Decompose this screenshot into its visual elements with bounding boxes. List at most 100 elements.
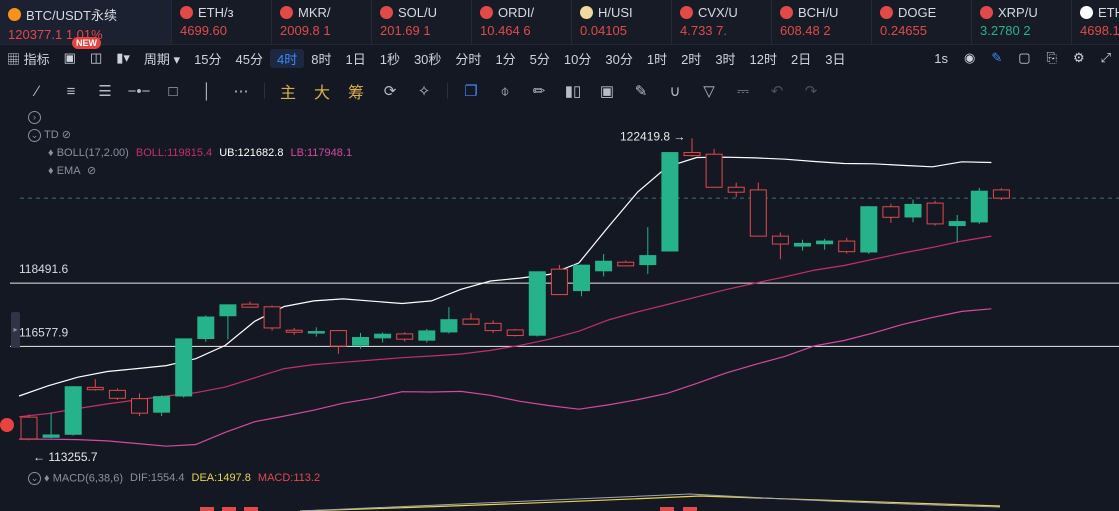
- ruler-icon[interactable]: ⌽: [488, 83, 522, 100]
- interval-1秒[interactable]: 1秒: [373, 49, 407, 68]
- divider: [447, 83, 448, 99]
- copy-icon[interactable]: ❐: [454, 82, 488, 100]
- indicators-label: 指标: [23, 51, 50, 67]
- interval-2时[interactable]: 2时: [674, 49, 708, 68]
- ticker-4[interactable]: ORDI/10.464 6: [472, 0, 572, 44]
- redo-icon[interactable]: ↷: [794, 82, 828, 100]
- ticker-7[interactable]: BCH/U 608.48 2: [772, 0, 872, 44]
- fullscreen-icon[interactable]: ▢: [1010, 50, 1038, 66]
- candle-body: [661, 152, 679, 252]
- note-icon[interactable]: ✎: [624, 82, 658, 100]
- undo-icon[interactable]: ↶: [760, 82, 794, 100]
- main-indicator-tool[interactable]: 主: [271, 79, 305, 103]
- indicators-button[interactable]: ▦ 指标: [0, 49, 57, 68]
- magic-icon[interactable]: ✧: [407, 82, 441, 100]
- candle-body: [771, 235, 789, 245]
- ticker-1[interactable]: ETH/з 4699.60: [172, 0, 272, 44]
- candle-body: [860, 206, 878, 253]
- right-tools: 1s ◉ ✎ ▢ ⎘ ⚙ ⤢: [926, 44, 1119, 72]
- calendar-icon[interactable]: ▣: [57, 50, 83, 66]
- candle-body: [484, 322, 502, 332]
- h-icon: [580, 6, 593, 19]
- ticker-8[interactable]: DOGE 0.24655: [872, 0, 972, 44]
- vline-tool-icon[interactable]: │: [190, 83, 224, 100]
- interval-30秒[interactable]: 30秒: [407, 49, 448, 68]
- candle-body: [374, 333, 392, 339]
- ticker-price: 4.733 7.: [680, 23, 727, 38]
- brush-icon[interactable]: ✏: [522, 82, 556, 100]
- channel-tool-icon[interactable]: ≡: [54, 83, 88, 100]
- level-label-lower: 116577.9: [19, 325, 68, 339]
- fib-tool-icon[interactable]: ☰: [88, 82, 122, 100]
- compare-icon[interactable]: ⎘: [1039, 50, 1065, 66]
- right-interval[interactable]: 1s: [926, 51, 956, 66]
- interval-3日[interactable]: 3日: [818, 49, 852, 68]
- candle-body: [528, 271, 546, 336]
- boll-lower-line: [19, 308, 992, 447]
- camera-icon[interactable]: ◉: [956, 50, 983, 66]
- ticker-9[interactable]: XRP/U 3.2780 2: [972, 0, 1072, 44]
- candle-body: [948, 221, 966, 227]
- pen-icon[interactable]: ✎: [983, 50, 1010, 66]
- filter-icon[interactable]: ▽: [692, 82, 726, 100]
- macd-dea-value: DEA:1497.8: [191, 472, 251, 485]
- more-tools-icon[interactable]: ⋯: [224, 82, 258, 100]
- magnet-icon[interactable]: ∪: [658, 82, 692, 100]
- ticker-name: ETH/з: [180, 5, 271, 20]
- interval-5分[interactable]: 5分: [523, 49, 557, 68]
- candles-icon[interactable]: ▮▯: [556, 82, 590, 100]
- period-dropdown[interactable]: 周期 ▾: [137, 49, 187, 68]
- macd-bar: [222, 507, 236, 511]
- interval-1分[interactable]: 1分: [488, 49, 522, 68]
- ordi-icon: [480, 6, 493, 19]
- candle-body: [263, 306, 281, 329]
- interval-45分[interactable]: 45分: [229, 49, 270, 68]
- ticker-price: 4699.60: [180, 23, 227, 38]
- interval-1日[interactable]: 1日: [338, 49, 372, 68]
- ticker-symbol: ORDI/: [498, 5, 535, 20]
- candle-body: [440, 319, 458, 333]
- trash-icon[interactable]: ⎓: [726, 83, 760, 100]
- candle-body: [506, 329, 524, 337]
- interval-12时[interactable]: 12时: [743, 49, 784, 68]
- ticker-name: BTC/USDT永续: [8, 5, 171, 24]
- interval-分时[interactable]: 分时: [448, 49, 488, 68]
- hline-tool-icon[interactable]: −•−: [122, 83, 156, 100]
- line-tool-icon[interactable]: ∕: [20, 83, 54, 100]
- interval-1时[interactable]: 1时: [640, 49, 674, 68]
- ticker-name: SOL/U: [380, 5, 471, 20]
- interval-15分[interactable]: 15分: [187, 49, 228, 68]
- ticker-5[interactable]: H/USI 0.04105: [572, 0, 672, 44]
- interval-10分[interactable]: 10分: [557, 49, 598, 68]
- layout-icon[interactable]: ◫: [83, 50, 109, 66]
- candle-body: [838, 240, 856, 253]
- big-order-tool[interactable]: 大: [305, 79, 339, 103]
- ticker-10[interactable]: ETH/U 4698.12: [1072, 0, 1119, 44]
- bch-icon: [780, 6, 793, 19]
- lock-icon[interactable]: ▣: [590, 82, 624, 100]
- interval-30分[interactable]: 30分: [598, 49, 639, 68]
- interval-8时[interactable]: 8时: [304, 49, 338, 68]
- candle-body: [396, 333, 414, 340]
- interval-2日[interactable]: 2日: [784, 49, 818, 68]
- boll-mid-line: [18, 235, 992, 418]
- left-red-marker[interactable]: [0, 418, 14, 432]
- ticker-bar: BTC/USDT永续 120377.1 1.01% ETH/з 4699.60 MKR/…: [0, 0, 1119, 45]
- left-panel-handle[interactable]: ▸: [11, 312, 20, 348]
- candle-body: [595, 260, 613, 272]
- ticker-6[interactable]: CVX/U 4.733 7.: [672, 0, 772, 44]
- replay-icon[interactable]: ⟳: [373, 82, 407, 100]
- candlestick-chart[interactable]: 118491.6 116577.9 122419.8 → ← 113255.7: [0, 106, 1119, 466]
- ticker-name: ETH/U: [1080, 5, 1119, 20]
- interval-4时[interactable]: 4时: [270, 48, 305, 68]
- macd-bar: [200, 507, 214, 511]
- rect-tool-icon[interactable]: □: [156, 83, 190, 100]
- interval-3时[interactable]: 3时: [708, 49, 742, 68]
- chips-tool[interactable]: 筹: [339, 79, 373, 103]
- ticker-price: 3.2780 2: [980, 23, 1031, 38]
- ticker-3[interactable]: SOL/U 201.69 1: [372, 0, 472, 44]
- chart-type-icon[interactable]: ▮▾: [109, 50, 137, 66]
- expand-icon[interactable]: ⤢: [1093, 50, 1119, 66]
- ticker-2[interactable]: MKR/2009.8 1: [272, 0, 372, 44]
- settings-icon[interactable]: ⚙: [1065, 50, 1093, 66]
